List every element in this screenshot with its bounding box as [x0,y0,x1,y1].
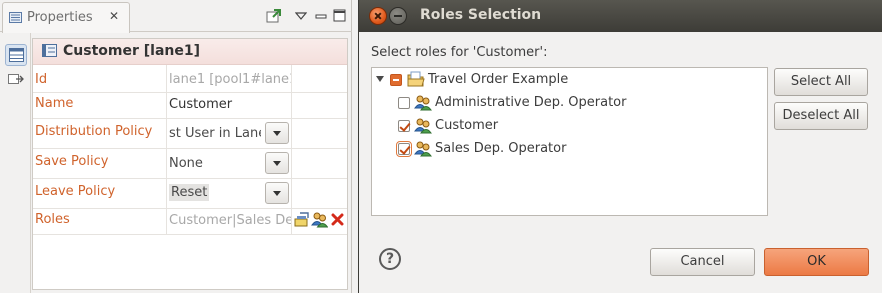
role-users-icon [414,141,432,157]
properties-title: Customer [lane1] [63,43,200,59]
lane-icon [42,44,57,57]
role-users-icon [414,118,432,134]
property-label: Roles [35,212,70,227]
role-checkbox[interactable] [398,97,410,109]
roles-value: Customer|Sales Dep. Operator [169,213,291,228]
tree-row-role[interactable]: Sales Dep. Operator [396,138,758,160]
tree-label-role: Customer [435,118,499,133]
role-checkbox[interactable] [398,120,410,132]
property-label: Distribution Policy [35,124,153,139]
window-minimize-button[interactable] [389,7,407,25]
properties-tab-title: Properties [27,10,93,25]
properties-page: Customer [lane1] Id lane1 [pool1#lane1] … [32,38,348,290]
leave-policy-value: Reset [169,184,209,201]
delete-icon[interactable] [331,213,344,226]
property-row-name: Name Customer [33,93,347,119]
tree-row-root[interactable]: Travel Order Example [376,69,756,91]
role-checkbox[interactable] [396,141,412,157]
properties-icon [9,12,22,23]
expand-triangle-icon[interactable] [376,76,384,82]
select-roles-icon[interactable] [311,211,328,228]
tree-label-root: Travel Order Example [428,72,569,87]
advanced-section-button[interactable] [5,69,27,91]
dialog-title: Roles Selection [420,7,542,23]
leave-policy-dropdown[interactable] [265,182,289,204]
property-row-leave-policy: Leave Policy Reset [33,179,347,209]
ok-button[interactable]: OK [764,248,869,276]
property-label: Leave Policy [35,184,116,199]
property-row-id: Id lane1 [pool1#lane1] [33,65,347,93]
pin-view-icon[interactable] [265,7,283,25]
view-tab-bar: Properties ✕ [0,0,352,33]
arrow-section-icon [8,74,24,84]
name-field[interactable]: Customer [169,97,289,112]
view-menu-icon[interactable] [295,7,307,25]
tree-row-role[interactable]: Administrative Dep. Operator [398,92,758,114]
property-label: Save Policy [35,154,109,169]
cancel-button[interactable]: Cancel [650,248,755,276]
roles-selection-dialog: Roles Selection Select roles for 'Custom… [358,0,882,293]
dialog-titlebar[interactable]: Roles Selection [359,0,882,32]
distribution-policy-value: st User in Lane [169,126,261,141]
window-close-button[interactable] [369,7,387,25]
property-row-save-policy: Save Policy None [33,149,347,179]
roles-tree[interactable]: Travel Order Example Administrative Dep.… [371,67,768,216]
property-row-distribution-policy: Distribution Policy st User in Lane [33,119,347,149]
minimize-icon[interactable] [315,7,327,25]
general-section-button[interactable] [5,44,27,66]
properties-tab[interactable]: Properties ✕ [2,2,130,33]
properties-header: Customer [lane1] [33,39,347,65]
tree-row-role[interactable]: Customer [398,115,758,137]
folder-icon [407,71,425,87]
property-label: Id [35,72,48,87]
distribution-policy-dropdown[interactable] [265,122,289,144]
help-icon[interactable]: ? [379,248,401,270]
close-icon[interactable]: ✕ [109,9,119,23]
edit-roles-icon[interactable] [294,212,310,228]
save-policy-dropdown[interactable] [265,152,289,174]
property-label: Name [35,96,74,111]
root-checkbox[interactable] [390,74,402,86]
property-row-roles: Roles Customer|Sales Dep. Operator [33,209,347,235]
maximize-icon[interactable] [333,7,347,25]
select-all-button[interactable]: Select All [774,68,868,96]
tree-label-role: Sales Dep. Operator [435,141,567,156]
deselect-all-button[interactable]: Deselect All [774,102,868,130]
dialog-prompt: Select roles for 'Customer': [371,45,548,60]
role-users-icon [414,95,432,111]
tree-label-role: Administrative Dep. Operator [435,95,627,110]
table-icon [9,48,24,62]
id-value: lane1 [pool1#lane1] [169,72,291,87]
property-sections-strip [0,33,31,293]
properties-view: Properties ✕ Customer [lane1] Id lane1 [… [0,0,352,293]
save-policy-value: None [169,156,203,171]
